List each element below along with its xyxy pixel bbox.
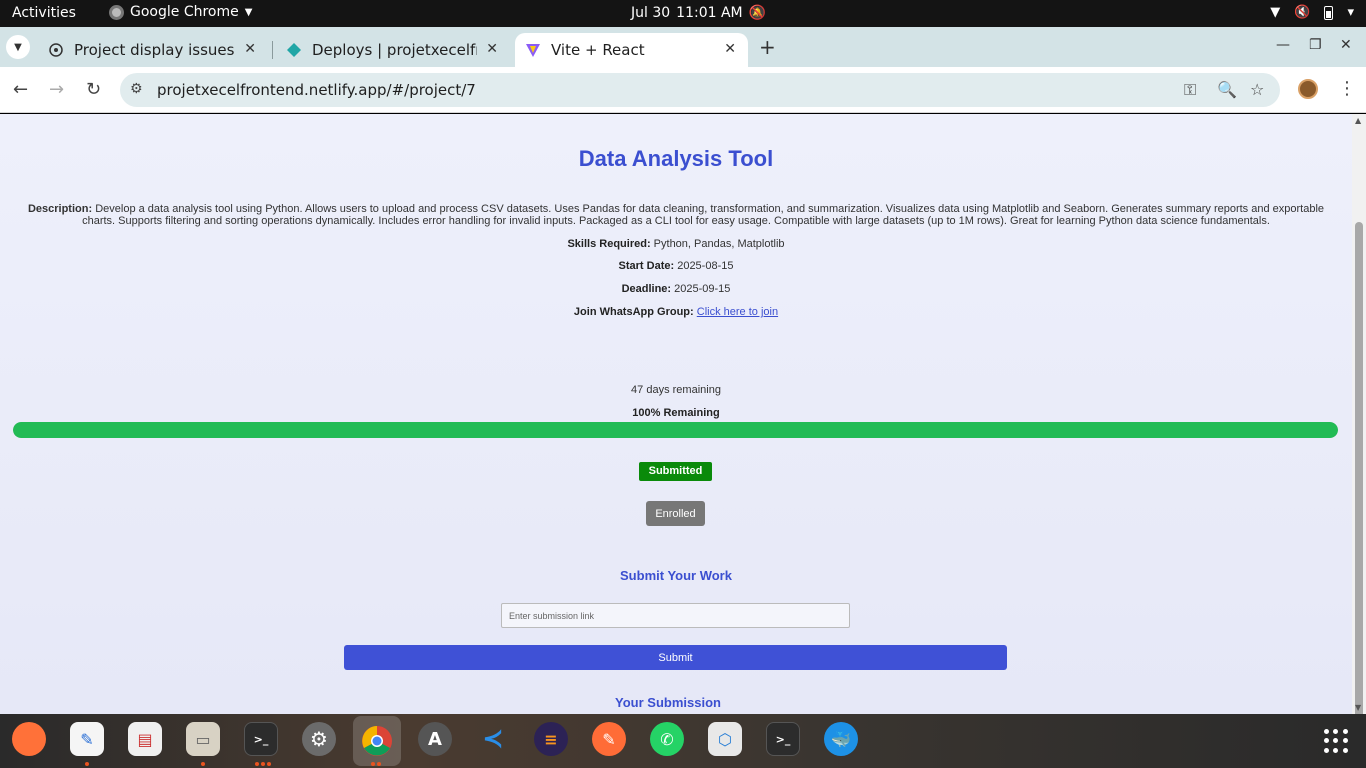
- close-icon[interactable]: ✕: [724, 41, 736, 57]
- skills-value: Python, Pandas, Matplotlib: [653, 238, 785, 250]
- whatsapp-row: Join WhatsApp Group: Click here to join: [0, 306, 1352, 318]
- bookmark-star-icon[interactable]: ☆: [1250, 80, 1264, 99]
- files-icon[interactable]: ▭: [186, 722, 220, 756]
- show-apps-grid-icon[interactable]: [1324, 729, 1348, 753]
- app-menu[interactable]: Google Chrome ▼: [109, 4, 252, 20]
- time-label: 11:01 AM: [676, 5, 743, 21]
- document-viewer-icon[interactable]: ▤: [128, 722, 162, 756]
- tab-search-button[interactable]: ▼: [6, 35, 30, 59]
- postman-icon[interactable]: ✎: [592, 722, 626, 756]
- days-remaining: 47 days remaining: [631, 384, 721, 396]
- volume-muted-icon: 🔇: [1294, 5, 1311, 20]
- key-icon[interactable]: ⚿: [1184, 80, 1196, 100]
- tab-vite-react[interactable]: Vite + React ✕: [515, 33, 748, 67]
- terminal-icon[interactable]: >_: [244, 722, 278, 756]
- url-text[interactable]: projetxecelfrontend.netlify.app/#/projec…: [157, 81, 476, 99]
- openai-icon: [48, 42, 64, 58]
- text-editor-icon[interactable]: ✎: [70, 722, 104, 756]
- chrome-icon[interactable]: [353, 716, 401, 766]
- system-top-bar: Activities Google Chrome ▼ Jul 30 11:01 …: [0, 0, 1366, 27]
- new-tab-button[interactable]: +: [759, 35, 776, 59]
- progress-bar-fill: [13, 422, 1338, 438]
- submit-work-heading: Submit Your Work: [620, 568, 732, 583]
- project-title: Data Analysis Tool: [578, 146, 774, 171]
- notifications-off-icon: 🔕: [748, 5, 767, 21]
- deadline-row: Deadline: 2025-09-15: [0, 283, 1352, 295]
- progress-bar: [13, 422, 1338, 438]
- scroll-down-icon[interactable]: ▼: [1355, 703, 1361, 712]
- submit-button[interactable]: Submit: [344, 645, 1007, 670]
- menu-kebab-icon[interactable]: ⋮: [1338, 78, 1356, 99]
- submission-link-input[interactable]: [501, 603, 850, 628]
- whatsapp-icon[interactable]: ✆: [650, 722, 684, 756]
- forward-button[interactable]: →: [49, 79, 64, 100]
- system-tray[interactable]: ▼ 🔇 ▾: [1270, 5, 1354, 20]
- start-date-value: 2025-08-15: [677, 260, 734, 272]
- your-submission-heading: Your Submission: [615, 695, 721, 710]
- chevron-down-icon: ▾: [1347, 5, 1354, 20]
- restore-button[interactable]: ❐: [1309, 37, 1322, 53]
- browser-toolbar: ← → ↻ ⚙ projetxecelfrontend.netlify.app/…: [0, 67, 1366, 113]
- vscode-icon[interactable]: ≺: [476, 722, 510, 756]
- description-label: Description:: [27, 203, 93, 215]
- settings-icon[interactable]: ⚙: [302, 722, 336, 756]
- enrolled-button[interactable]: Enrolled: [646, 501, 705, 526]
- deadline-label: Deadline:: [621, 283, 672, 295]
- whatsapp-join-link[interactable]: Click here to join: [697, 306, 778, 318]
- tab-project-display-issues[interactable]: Project display issues ✕: [38, 33, 268, 67]
- submitted-status-badge: Submitted: [639, 462, 712, 481]
- back-button[interactable]: ←: [13, 79, 28, 100]
- vite-icon: [525, 42, 541, 58]
- start-date-row: Start Date: 2025-08-15: [0, 260, 1352, 272]
- percent-remaining: 100% Remaining: [632, 407, 720, 419]
- close-icon[interactable]: ✕: [486, 41, 498, 57]
- skills-row: Skills Required: Python, Pandas, Matplot…: [0, 238, 1352, 250]
- scroll-up-icon[interactable]: ▲: [1355, 116, 1361, 125]
- battery-icon: [1324, 5, 1334, 20]
- docker-icon[interactable]: 🐳: [824, 722, 858, 756]
- chevron-down-icon: ▼: [244, 6, 253, 18]
- whatsapp-label: Join WhatsApp Group:: [573, 306, 694, 318]
- skills-label: Skills Required:: [567, 238, 651, 250]
- tab-title: Project display issues: [74, 41, 234, 59]
- description-text: Develop a data analysis tool using Pytho…: [82, 203, 1325, 227]
- site-info-icon[interactable]: ⚙: [130, 81, 143, 97]
- clock[interactable]: Jul 30 11:01 AM 🔕: [631, 5, 766, 21]
- netlify-icon: [286, 42, 302, 58]
- close-window-button[interactable]: ✕: [1340, 37, 1352, 53]
- terminal-2-icon[interactable]: >_: [766, 722, 800, 756]
- zoom-icon[interactable]: 🔍: [1217, 80, 1237, 99]
- activities-button[interactable]: Activities: [12, 5, 76, 21]
- reload-button[interactable]: ↻: [86, 79, 101, 100]
- chrome-icon: [109, 4, 124, 20]
- close-icon[interactable]: ✕: [244, 41, 256, 57]
- date-label: Jul 30: [631, 5, 671, 21]
- address-bar[interactable]: ⚙ projetxecelfrontend.netlify.app/#/proj…: [120, 73, 1280, 107]
- tab-deploys[interactable]: Deploys | projetxecelfrontend ✕: [276, 33, 510, 67]
- software-updater-icon[interactable]: A: [418, 722, 452, 756]
- tab-title: Vite + React: [551, 41, 645, 59]
- tab-strip: ▼ Project display issues ✕ Deploys | pro…: [0, 27, 1366, 67]
- eclipse-icon[interactable]: ≡: [534, 722, 568, 756]
- tab-title: Deploys | projetxecelfrontend: [312, 41, 477, 59]
- deadline-value: 2025-09-15: [674, 283, 731, 295]
- profile-avatar[interactable]: [1298, 79, 1318, 99]
- page-viewport: Data Analysis Tool Description: Develop …: [0, 114, 1352, 714]
- page-scrollbar[interactable]: ▲ ▼: [1352, 114, 1366, 742]
- project-description: Description: Develop a data analysis too…: [22, 203, 1330, 227]
- app-name: Google Chrome: [130, 4, 239, 20]
- wifi-icon: ▼: [1270, 5, 1281, 20]
- scrollbar-thumb[interactable]: [1355, 222, 1363, 742]
- firefox-icon[interactable]: [12, 722, 46, 756]
- box-app-icon[interactable]: ⬡: [708, 722, 742, 756]
- minimize-button[interactable]: —: [1276, 37, 1290, 53]
- dock: ✎ ▤ ▭ >_ ⚙ A ≺ ≡ ✎ ✆ ⬡ >_ 🐳: [0, 714, 1366, 768]
- start-date-label: Start Date:: [618, 260, 675, 272]
